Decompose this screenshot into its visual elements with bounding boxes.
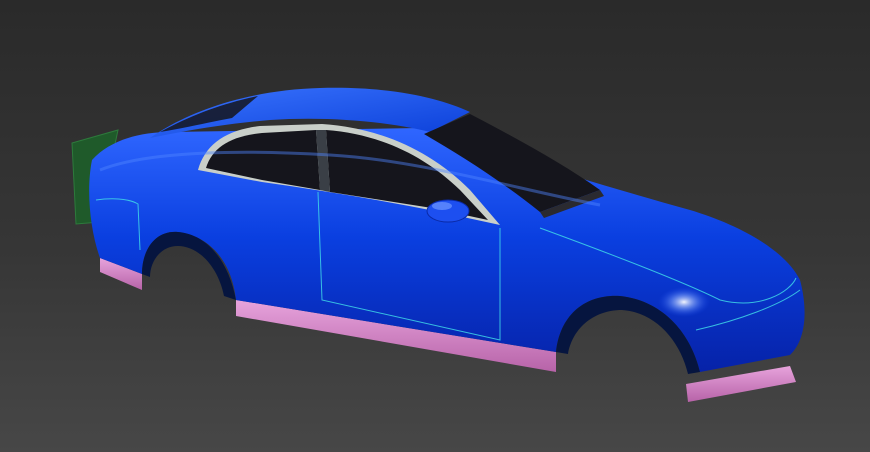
car-model[interactable]	[0, 0, 870, 452]
side-mirror-highlight	[432, 202, 452, 210]
3d-viewport[interactable]	[0, 0, 870, 452]
